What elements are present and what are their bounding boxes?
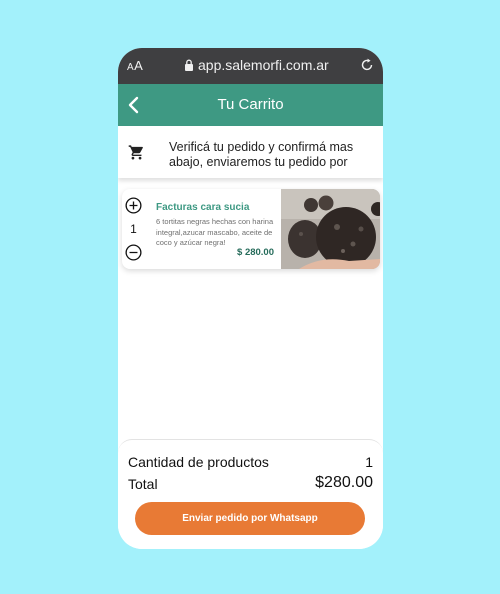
reload-icon[interactable] (360, 58, 374, 72)
total-label: Total (128, 476, 158, 492)
remove-circle-icon[interactable] (125, 244, 142, 261)
total-row: Total $280.00 (128, 474, 373, 492)
phone-screen: AA app.salemorfi.com.ar Tu Carrito Verif… (118, 48, 383, 549)
product-count-label: Cantidad de productos (128, 454, 269, 470)
add-circle-icon[interactable] (125, 197, 142, 214)
item-quantity: 1 (130, 222, 137, 236)
cart-item-card: 1 Facturas cara sucia 6 tortitas negras … (122, 189, 380, 269)
order-summary: Cantidad de productos 1 Total $280.00 En… (118, 439, 383, 549)
url-text[interactable]: app.salemorfi.com.ar (198, 57, 329, 73)
info-message: Verificá tu pedido y confirmá mas abajo,… (169, 140, 354, 169)
product-count-value: 1 (365, 454, 373, 470)
item-name: Facturas cara sucia (156, 202, 250, 213)
shopping-cart-icon (128, 145, 143, 160)
app-header: Tu Carrito (118, 84, 383, 126)
product-photo (281, 189, 380, 269)
product-count-row: Cantidad de productos 1 (128, 454, 373, 470)
total-value: $280.00 (315, 474, 373, 491)
send-whatsapp-button[interactable]: Enviar pedido por Whatsapp (135, 502, 365, 535)
item-price: $ 280.00 (237, 247, 274, 258)
lock-icon (185, 59, 193, 71)
text-size-button[interactable]: AA (127, 58, 143, 73)
page-title: Tu Carrito (217, 96, 284, 113)
browser-address-bar: AA app.salemorfi.com.ar (118, 48, 383, 84)
cart-info-banner: Verificá tu pedido y confirmá mas abajo,… (118, 126, 383, 178)
item-description: 6 tortitas negras hechas con harina inte… (156, 217, 274, 247)
